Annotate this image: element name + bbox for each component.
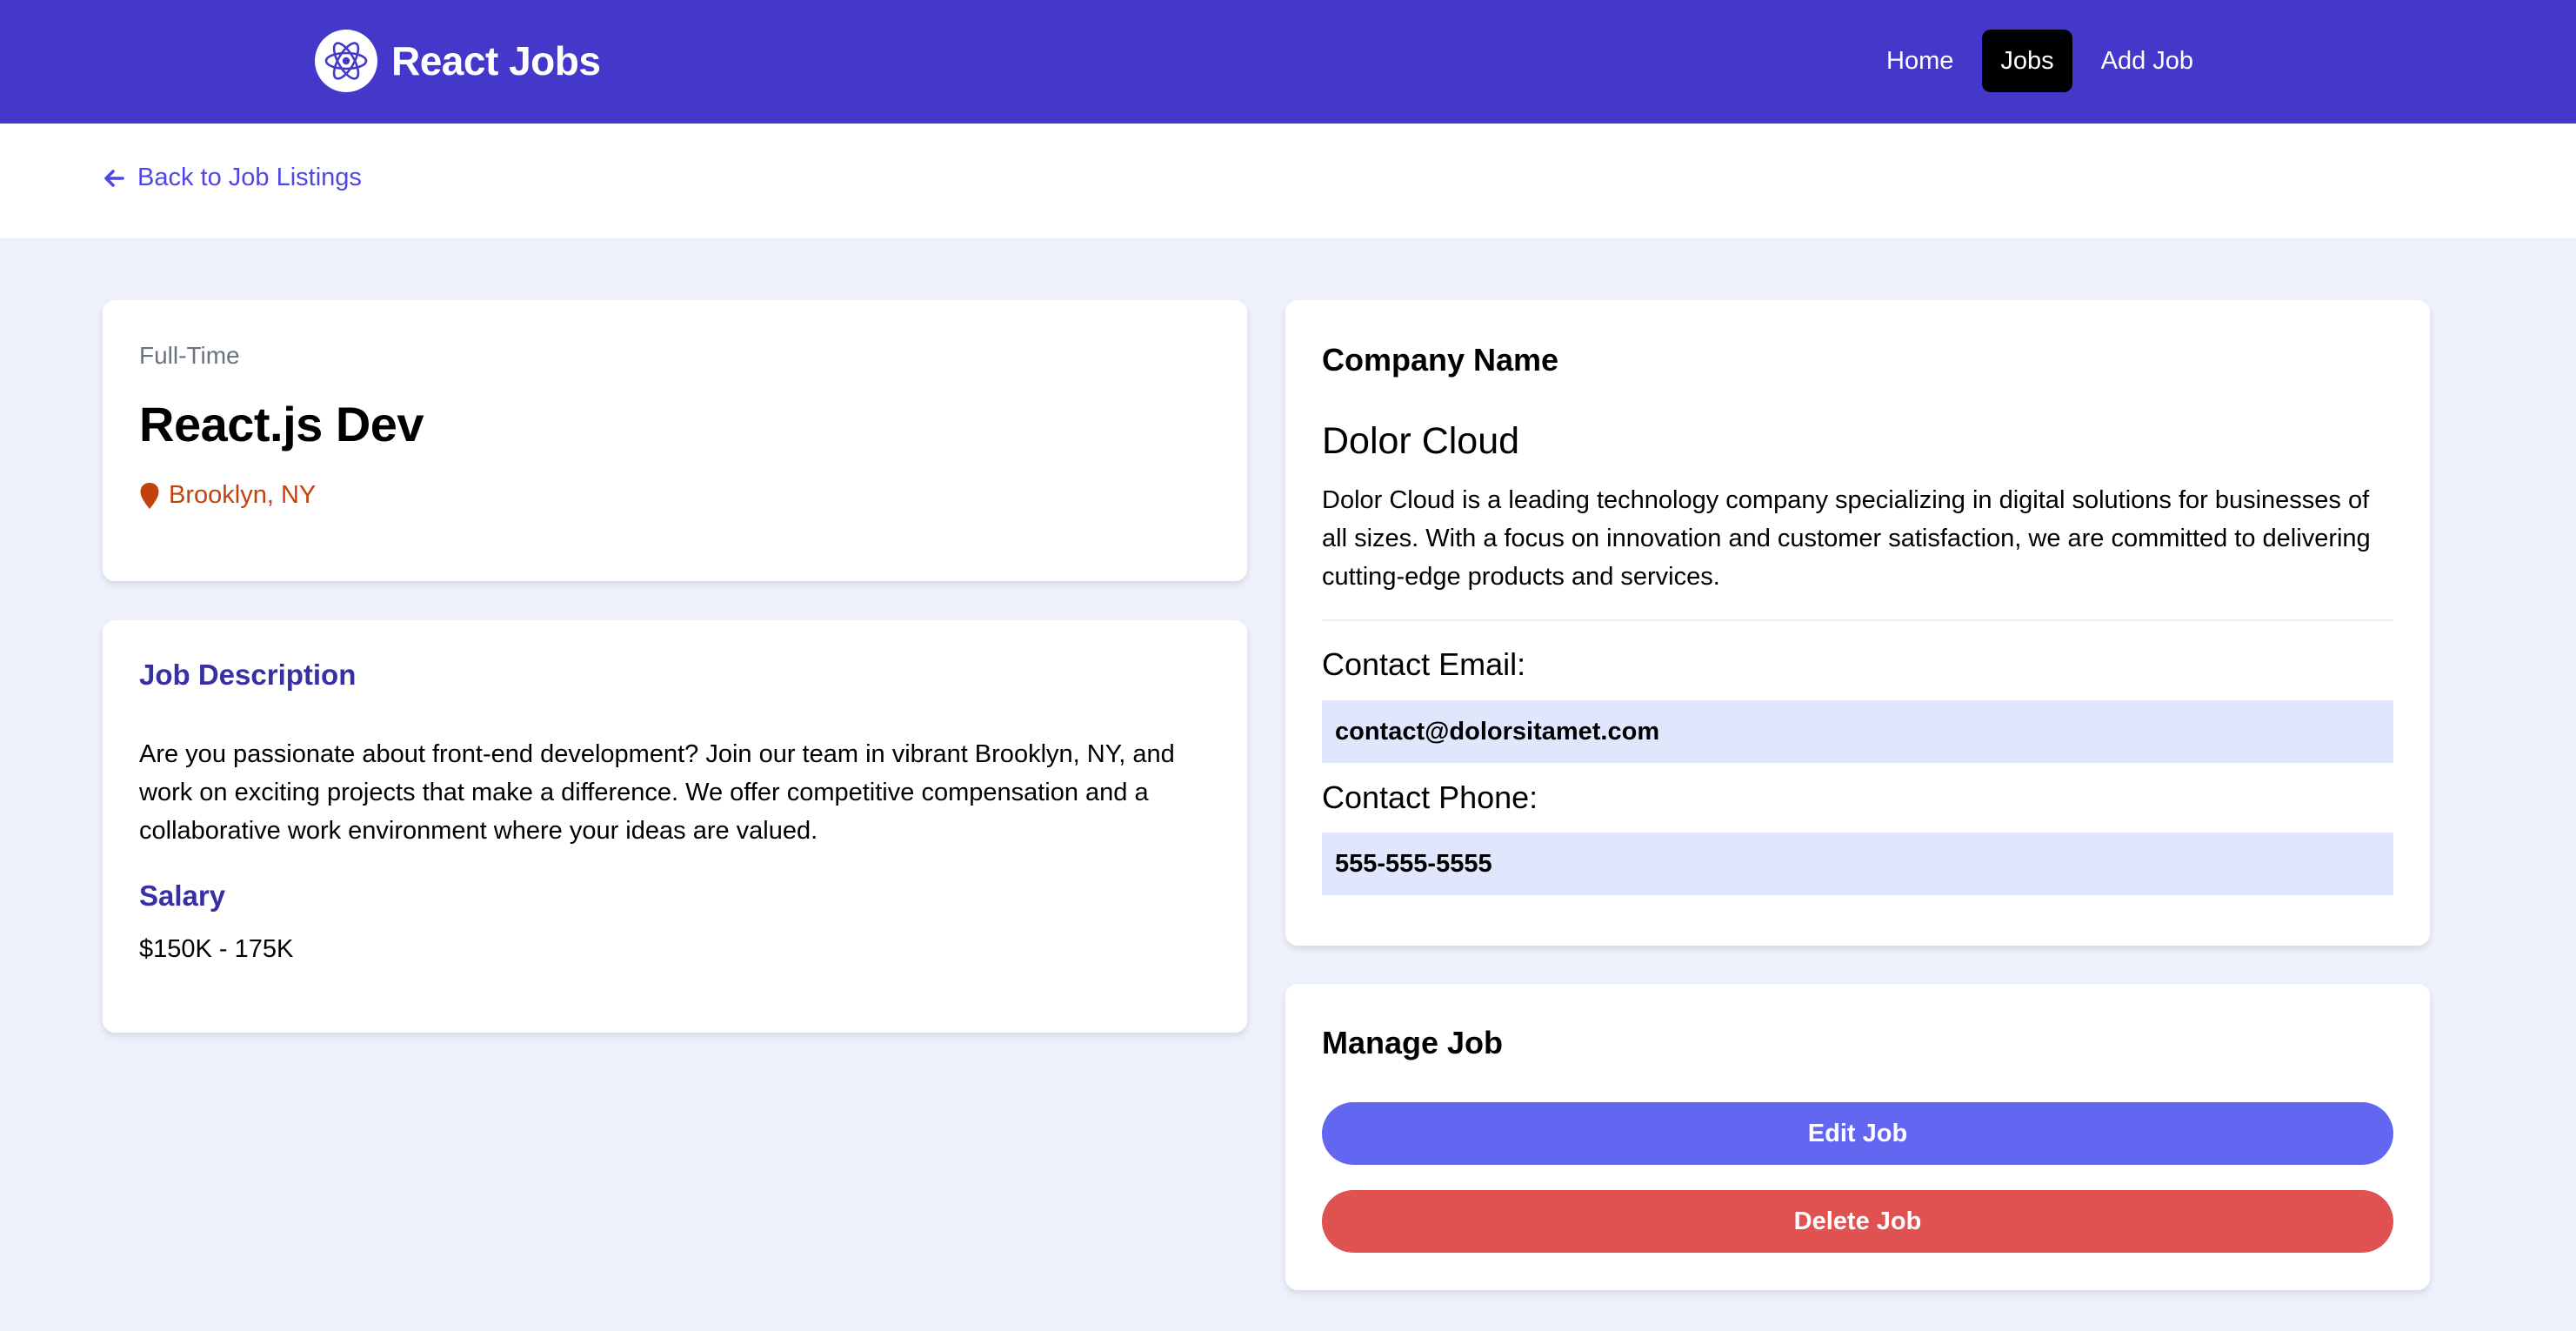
job-location-text: Brooklyn, NY: [169, 481, 317, 509]
nav-jobs[interactable]: Jobs: [1982, 30, 2072, 92]
main-nav: Home Jobs Add Job: [1868, 30, 2222, 92]
brand-link[interactable]: React Jobs: [315, 30, 601, 92]
company-info-card: Company Name Dolor Cloud Dolor Cloud is …: [1285, 300, 2430, 946]
contact-phone-label: Contact Phone:: [1322, 779, 1538, 815]
divider: [1322, 619, 2393, 621]
company-heading: Company Name: [1322, 342, 1559, 378]
manage-heading: Manage Job: [1322, 1025, 1504, 1060]
manage-job-card: Manage Job Edit Job Delete Job: [1285, 984, 2430, 1290]
job-type: Full-Time: [139, 342, 240, 369]
contact-phone-value: 555-555-5555: [1322, 833, 2393, 895]
job-location: Brooklyn, NY: [139, 481, 316, 510]
job-summary-card: Full-Time React.js Dev Brooklyn, NY: [103, 300, 1247, 581]
back-to-listings-link[interactable]: Back to Job Listings: [103, 164, 362, 192]
delete-job-button[interactable]: Delete Job: [1322, 1190, 2393, 1253]
contact-email-label: Contact Email:: [1322, 646, 1526, 682]
salary-value: $150K - 175K: [139, 935, 294, 963]
brand-name: React Jobs: [391, 38, 601, 84]
map-marker-icon: [140, 482, 159, 509]
company-description: Dolor Cloud is a leading technology comp…: [1322, 486, 2371, 591]
job-description-card: Job Description Are you passionate about…: [103, 620, 1247, 1033]
salary-heading: Salary: [139, 880, 226, 912]
description-heading: Job Description: [139, 659, 357, 691]
back-bar: [0, 124, 2576, 238]
description-text: Are you passionate about front-end devel…: [139, 740, 1175, 845]
react-logo-icon: [315, 30, 377, 92]
nav-home[interactable]: Home: [1868, 30, 1972, 92]
company-name: Dolor Cloud: [1322, 420, 1520, 462]
edit-job-button[interactable]: Edit Job: [1322, 1102, 2393, 1165]
back-link-label: Back to Job Listings: [137, 164, 362, 191]
contact-email-value: contact@dolorsitamet.com: [1322, 700, 2393, 763]
nav-add-job[interactable]: Add Job: [2083, 30, 2212, 92]
top-navbar: React Jobs Home Jobs Add Job: [0, 0, 2576, 124]
arrow-left-icon: [104, 169, 124, 187]
job-title: React.js Dev: [139, 397, 424, 451]
